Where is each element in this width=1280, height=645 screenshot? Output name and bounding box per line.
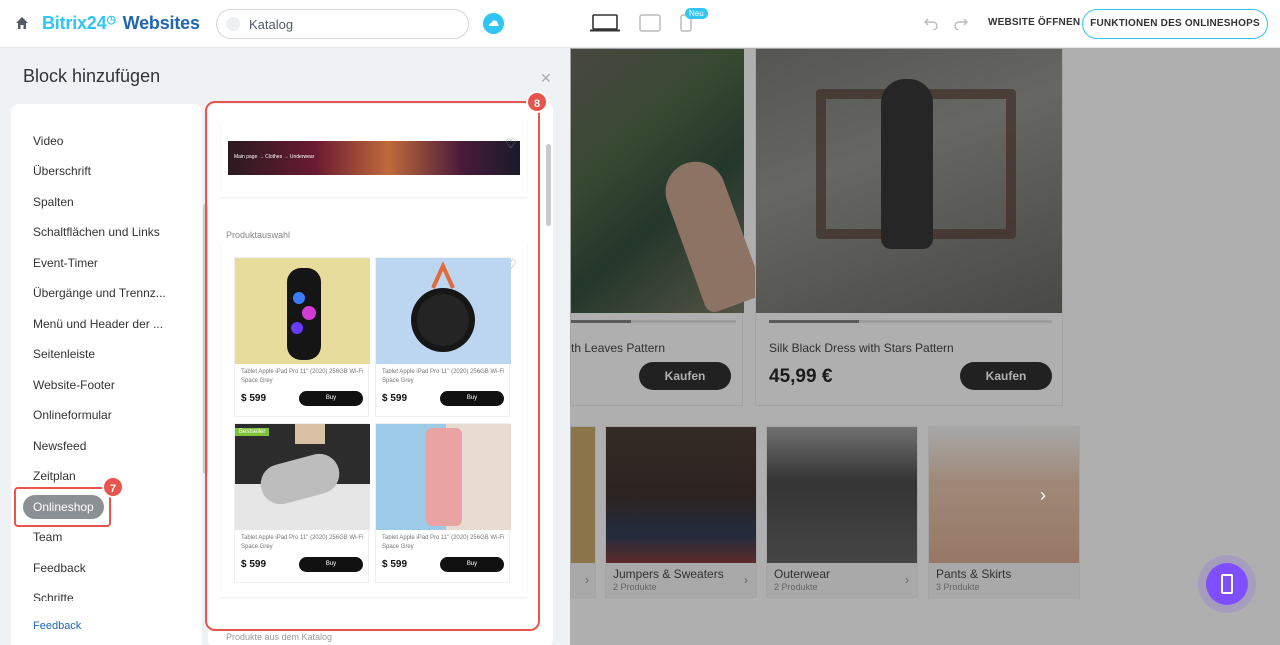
category-item[interactable]: Seitenleiste: [33, 347, 95, 361]
category-item[interactable]: Übergänge und Trennz...: [33, 286, 166, 300]
category-item[interactable]: Schritte: [33, 591, 74, 601]
category-item[interactable]: Onlineformular: [33, 408, 112, 422]
category-item[interactable]: Newsfeed: [33, 439, 86, 453]
page-selector-value: Katalog: [249, 17, 294, 32]
category-item[interactable]: Schaltflächen und Links: [33, 225, 160, 239]
store-page-background: th Leaves Pattern Kaufen Silk Black Dres…: [570, 48, 1280, 645]
cloud-icon[interactable]: [483, 13, 504, 34]
new-badge: Neu: [685, 8, 708, 19]
next-section-label: Produkte aus dem Katalog: [226, 632, 333, 642]
category-item[interactable]: Überschrift: [33, 164, 91, 178]
clock-icon: ◷: [106, 14, 116, 26]
shop-functions-button[interactable]: FUNKTIONEN DES ONLINESHOPS: [1082, 9, 1268, 39]
brand-name: Bitrix24: [42, 13, 107, 33]
highlight-onlineshop: [14, 487, 111, 527]
preview-scrollbar[interactable]: [546, 144, 551, 226]
category-item[interactable]: Team: [33, 530, 62, 544]
top-bar: Bitrix24◷ Websites Katalog Neu WEBSITE Ö…: [0, 0, 1280, 48]
open-website-link[interactable]: WEBSITE ÖFFNEN: [988, 17, 1080, 28]
home-icon[interactable]: [14, 15, 30, 31]
category-item[interactable]: Event-Timer: [33, 256, 98, 270]
feedback-link[interactable]: Feedback: [33, 620, 81, 632]
category-item[interactable]: Website-Footer: [33, 378, 115, 392]
desktop-view-icon[interactable]: [590, 14, 620, 32]
category-item[interactable]: Menü und Header der ...: [33, 317, 163, 331]
panel-title: Block hinzufügen: [23, 66, 161, 86]
phone-icon: [1221, 574, 1233, 594]
brand-product: Websites: [122, 13, 200, 33]
mobile-preview-button[interactable]: [1206, 563, 1248, 605]
undo-icon[interactable]: [924, 16, 938, 30]
tablet-view-icon[interactable]: [639, 14, 661, 32]
category-item[interactable]: Spalten: [33, 195, 74, 209]
brand-logo[interactable]: Bitrix24◷ Websites: [42, 13, 200, 34]
page-icon: [226, 17, 240, 31]
redo-icon[interactable]: [954, 16, 968, 30]
close-icon[interactable]: ✕: [540, 70, 552, 87]
page-selector[interactable]: Katalog: [216, 9, 469, 39]
category-item[interactable]: Zeitplan: [33, 469, 76, 483]
category-list: Video Überschrift Spalten Schaltflächen …: [11, 104, 208, 645]
step-marker-8: 8: [526, 91, 548, 113]
category-item[interactable]: Feedback: [33, 561, 86, 575]
carousel-next-icon[interactable]: ›: [1040, 485, 1046, 506]
step-marker-7: 7: [102, 476, 124, 498]
highlight-block-preview: [205, 101, 540, 631]
category-item[interactable]: Video: [33, 134, 63, 148]
dim-overlay: [570, 48, 1280, 645]
